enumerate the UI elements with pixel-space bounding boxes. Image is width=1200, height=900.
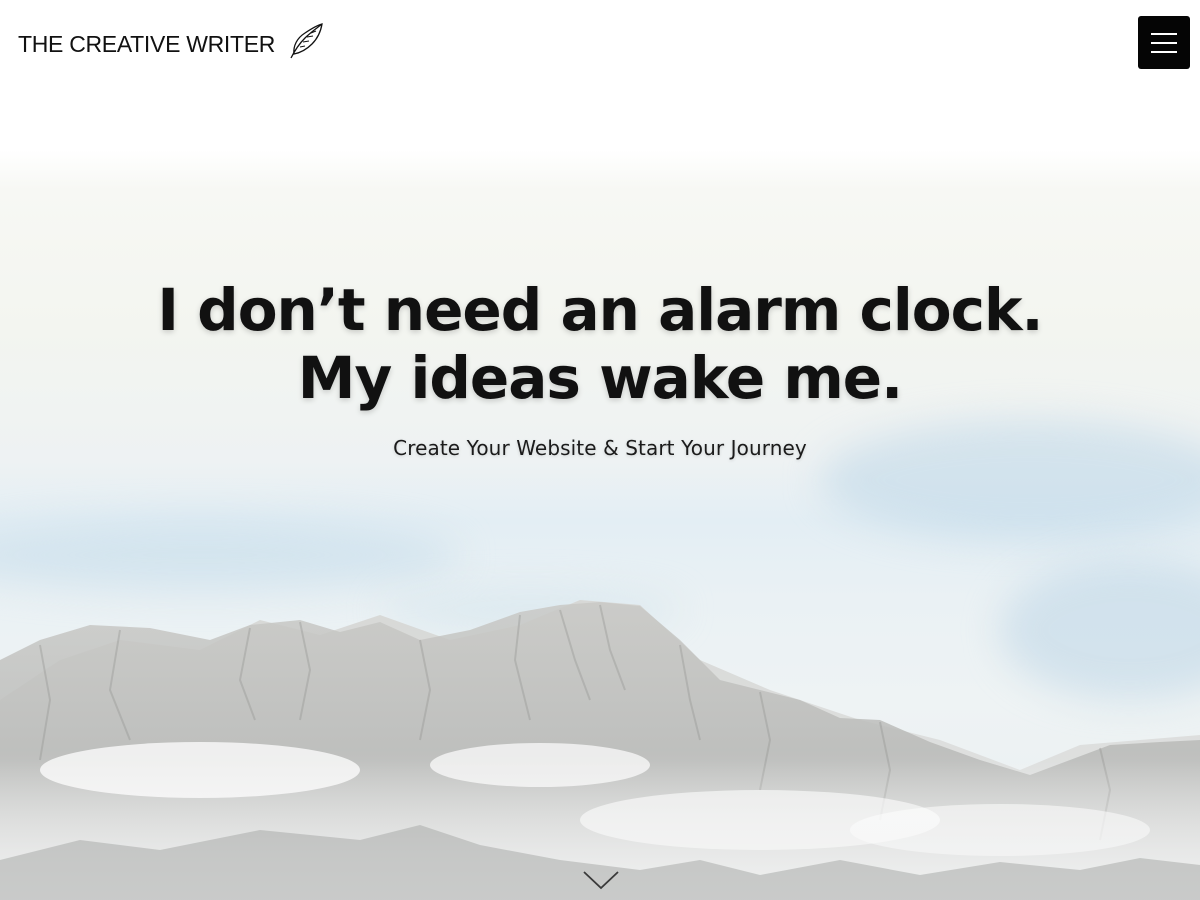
hero-title-line-2: My ideas wake me. (297, 344, 903, 412)
hamburger-menu-icon (1151, 32, 1177, 35)
logo-text: THE CREATIVE WRITER (18, 30, 276, 57)
chevron-down-icon[interactable] (582, 868, 620, 892)
site-header: THE CREATIVE WRITER (0, 0, 1200, 90)
feather-icon (290, 23, 323, 59)
page: THE CREATIVE WRITER I don’t need an alar… (0, 0, 1200, 900)
hero-subtitle: Create Your Website & Start Your Journey (393, 436, 807, 460)
site-logo[interactable]: THE CREATIVE WRITER (18, 23, 327, 62)
hero-title-line-1: I don’t need an alarm clock. (157, 276, 1043, 344)
hero-content: I don’t need an alarm clock. My ideas wa… (0, 276, 1200, 460)
menu-button[interactable] (1138, 16, 1190, 69)
hero-title: I don’t need an alarm clock. My ideas wa… (0, 276, 1200, 412)
